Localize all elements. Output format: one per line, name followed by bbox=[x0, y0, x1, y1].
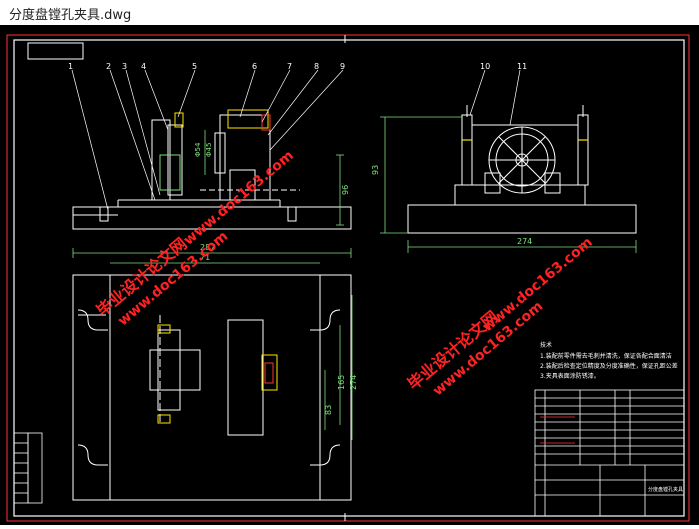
dim-plan-height-c: 83 bbox=[324, 405, 333, 415]
dim-side-height: 96 bbox=[341, 185, 350, 195]
dim-plan-height-b: 274 bbox=[349, 375, 358, 390]
cad-drawing: 96 Φ54 Φ45 1 2 3 4 5 6 7 8 9 10 11 93 27… bbox=[6, 34, 690, 522]
balloon-3: 3 bbox=[122, 62, 127, 71]
balloon-2: 2 bbox=[106, 62, 111, 71]
balloon-8: 8 bbox=[314, 62, 319, 71]
dim-plan-height-a: 165 bbox=[337, 375, 346, 390]
balloon-1: 1 bbox=[68, 62, 73, 71]
watermark-4-url: www.doc163.com bbox=[480, 234, 596, 335]
watermark-2: www.doc163.com bbox=[181, 148, 297, 249]
balloon-10: 10 bbox=[480, 62, 490, 71]
dim-bore-b: Φ45 bbox=[205, 143, 213, 157]
front-view bbox=[407, 105, 637, 234]
balloon-7: 7 bbox=[287, 62, 292, 71]
balloon-5: 5 bbox=[192, 62, 197, 71]
tech-note-2: 2.装配后检查定位精度及分度准确性，保证孔距公差 bbox=[540, 362, 678, 370]
revision-table bbox=[13, 432, 43, 504]
drawing-number-box bbox=[27, 42, 84, 60]
tech-note-1: 1.装配前零件需去毛刺并清洗，保证各配合面清洁 bbox=[540, 352, 672, 360]
balloon-9: 9 bbox=[340, 62, 345, 71]
outer-frame bbox=[6, 34, 690, 522]
dim-bore-a: Φ54 bbox=[194, 142, 202, 157]
title-block bbox=[534, 389, 685, 517]
watermark-4: www.doc163.com bbox=[480, 234, 596, 335]
balloon-6: 6 bbox=[252, 62, 257, 71]
drawing-canvas[interactable]: 96 Φ54 Φ45 1 2 3 4 5 6 7 8 9 10 11 93 27… bbox=[0, 25, 699, 525]
title-block-part-name: 分度盘镗孔夹具 bbox=[648, 486, 683, 493]
window-titlebar: 分度盘镗孔夹具.dwg bbox=[0, 0, 699, 25]
watermark-2-url: www.doc163.com bbox=[181, 148, 297, 249]
dim-front-height: 93 bbox=[371, 165, 380, 175]
balloon-4: 4 bbox=[141, 62, 146, 71]
balloon-11: 11 bbox=[517, 62, 527, 71]
window-title: 分度盘镗孔夹具.dwg bbox=[9, 8, 132, 23]
tech-note-3: 3.夹具表面涂防锈漆。 bbox=[540, 372, 600, 380]
dim-front-width: 274 bbox=[517, 237, 532, 246]
tech-notes: 技术 1.装配前零件需去毛刺并清洗，保证各配合面清洁 2.装配后检查定位精度及分… bbox=[540, 341, 678, 380]
tech-notes-heading: 技术 bbox=[540, 341, 552, 349]
